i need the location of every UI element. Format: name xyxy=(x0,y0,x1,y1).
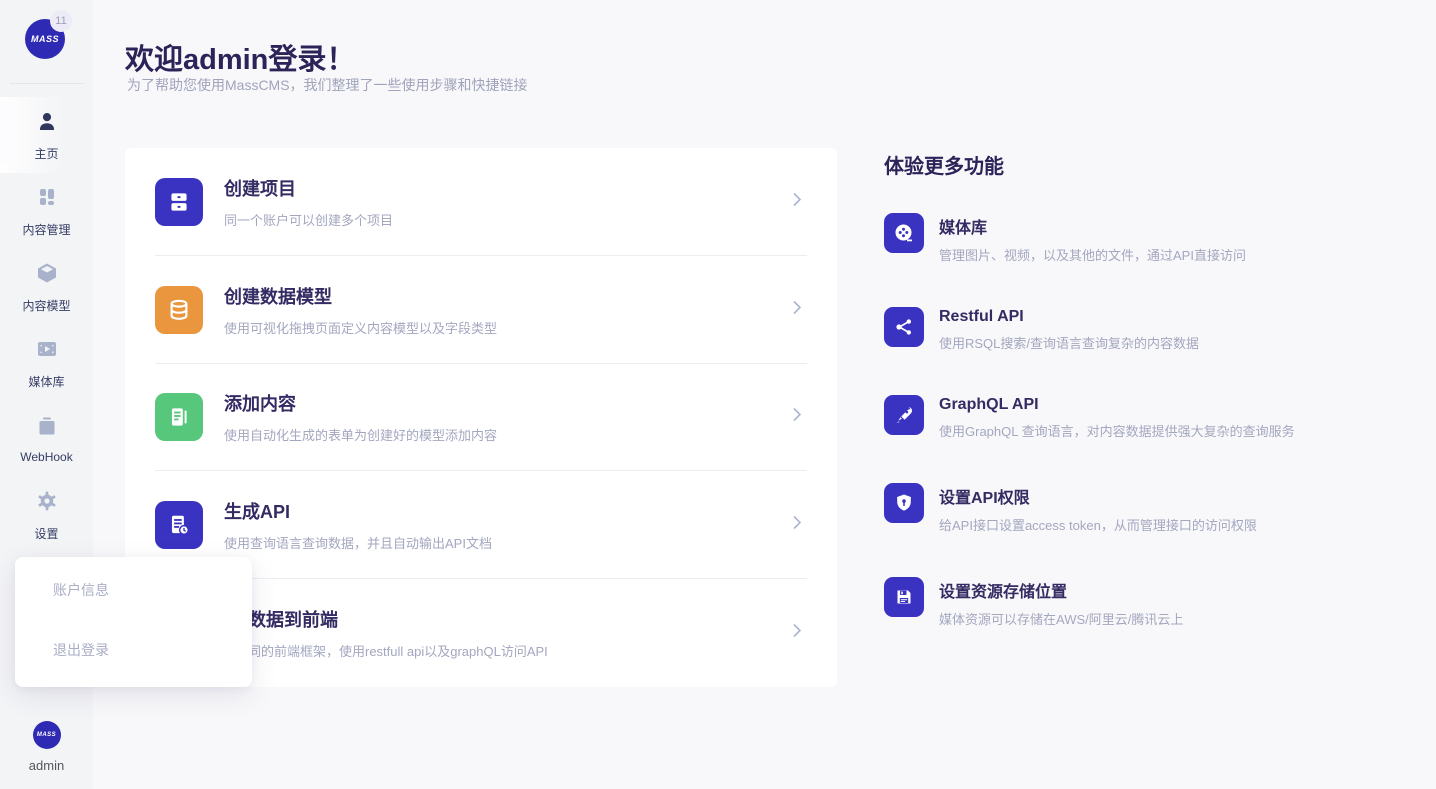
feature-desc: 给API接口设置access token，从而管理接口的访问权限 xyxy=(939,515,1257,534)
sidebar-item-label: WebHook xyxy=(20,450,72,464)
save-icon xyxy=(884,577,924,617)
user-icon xyxy=(35,109,59,138)
sidebar-item-label: 设置 xyxy=(34,525,58,542)
feature-desc: 使用GraphQL 查询语言，对内容数据提供强大复杂的查询服务 xyxy=(939,421,1295,440)
feature-storage-location[interactable]: 设置资源存储位置 媒体资源可以存储在AWS/阿里云/腾讯云上 xyxy=(884,577,1404,628)
share-nodes-icon xyxy=(884,307,924,347)
step-desc: 同的前端框架，使用restfull api以及graphQL访问API xyxy=(248,641,548,660)
feature-restful-api[interactable]: Restful API 使用RSQL搜索/查询语言查询复杂的内容数据 xyxy=(884,307,1404,352)
sidebar-item-content-management[interactable]: 内容管理 xyxy=(0,173,93,249)
page-subtitle: 为了帮助您使用MassCMS，我们整理了一些使用步骤和快捷链接 xyxy=(127,75,528,95)
api-doc-icon xyxy=(155,501,203,549)
page-title: 欢迎admin登录！ xyxy=(125,36,355,78)
notification-badge: 11 xyxy=(50,10,72,32)
step-desc: 使用查询语言查询数据，并且自动输出API文档 xyxy=(224,533,492,552)
chevron-right-icon xyxy=(789,623,805,644)
chevron-right-icon xyxy=(789,191,805,212)
feature-title: 设置资源存储位置 xyxy=(939,578,1183,602)
webhook-box-icon xyxy=(35,414,59,443)
rocket-icon xyxy=(884,395,924,435)
sidebar-item-webhook[interactable]: WebHook xyxy=(0,401,93,477)
sidebar-item-media-library[interactable]: 媒体库 xyxy=(0,325,93,401)
feature-graphql-api[interactable]: GraphQL API 使用GraphQL 查询语言，对内容数据提供强大复杂的查… xyxy=(884,395,1404,440)
shield-icon xyxy=(884,483,924,523)
feature-api-permissions[interactable]: 设置API权限 给API接口设置access token，从而管理接口的访问权限 xyxy=(884,483,1404,534)
feature-media-library[interactable]: 媒体库 管理图片、视频，以及其他的文件，通过API直接访问 xyxy=(884,213,1404,264)
user-dropdown-menu: 账户信息 退出登录 xyxy=(15,557,252,687)
sidebar-item-label: 媒体库 xyxy=(28,373,64,390)
logo-text: MASS xyxy=(31,34,59,44)
archive-icon xyxy=(155,178,203,226)
feature-title: 媒体库 xyxy=(939,214,1246,238)
step-title: 数据到前端 xyxy=(248,606,548,632)
user-name: admin xyxy=(0,758,93,773)
feature-title: Restful API xyxy=(939,308,1199,326)
step-title: 创建数据模型 xyxy=(224,283,497,309)
sidebar-item-settings[interactable]: 设置 xyxy=(0,477,93,553)
media-player-icon xyxy=(35,337,59,366)
chevron-right-icon xyxy=(789,299,805,320)
step-title: 生成API xyxy=(224,498,492,524)
feature-desc: 媒体资源可以存储在AWS/阿里云/腾讯云上 xyxy=(939,609,1183,628)
sidebar-item-content-model[interactable]: 内容模型 xyxy=(0,249,93,325)
avatar: MASS xyxy=(33,721,61,749)
cube-icon xyxy=(35,261,59,290)
features-heading: 体验更多功能 xyxy=(884,150,1404,179)
step-desc: 使用自动化生成的表单为创建好的模型添加内容 xyxy=(224,425,497,444)
step-create-project[interactable]: 创建项目 同一个账户可以创建多个项目 xyxy=(125,148,837,256)
chevron-right-icon xyxy=(789,515,805,536)
step-desc: 使用可视化拖拽页面定义内容模型以及字段类型 xyxy=(224,318,497,337)
more-features-section: 体验更多功能 媒体库 管理图片、视频，以及其他的文件，通过API直接访问 Res… xyxy=(884,150,1404,671)
sidebar-nav: 主页 内容管理 内容模型 媒体库 WebHook xyxy=(0,97,93,553)
step-title: 添加内容 xyxy=(224,390,497,416)
menu-item-account-info[interactable]: 账户信息 xyxy=(15,560,252,620)
user-avatar-menu-trigger[interactable]: MASS admin xyxy=(0,721,93,773)
sidebar-item-label: 主页 xyxy=(34,145,58,162)
step-add-content[interactable]: 添加内容 使用自动化生成的表单为创建好的模型添加内容 xyxy=(125,364,837,472)
step-desc: 同一个账户可以创建多个项目 xyxy=(224,210,393,229)
feature-desc: 使用RSQL搜索/查询语言查询复杂的内容数据 xyxy=(939,333,1199,352)
sidebar-item-label: 内容管理 xyxy=(22,221,70,238)
sidebar-item-home[interactable]: 主页 xyxy=(0,97,93,173)
dashboard-icon xyxy=(35,185,59,214)
database-icon xyxy=(155,286,203,334)
feature-desc: 管理图片、视频，以及其他的文件，通过API直接访问 xyxy=(939,245,1246,264)
feature-title: GraphQL API xyxy=(939,396,1295,414)
app-logo[interactable]: MASS 11 xyxy=(0,19,93,71)
step-title: 创建项目 xyxy=(224,175,393,201)
step-create-data-model[interactable]: 创建数据模型 使用可视化拖拽页面定义内容模型以及字段类型 xyxy=(125,256,837,364)
gear-icon xyxy=(35,489,59,518)
feature-title: 设置API权限 xyxy=(939,484,1257,508)
menu-item-logout[interactable]: 退出登录 xyxy=(15,620,252,680)
document-icon xyxy=(155,393,203,441)
film-reel-icon xyxy=(884,213,924,253)
chevron-right-icon xyxy=(789,407,805,428)
avatar-logo-text: MASS xyxy=(37,732,56,738)
sidebar-item-label: 内容模型 xyxy=(22,297,70,314)
sidebar-divider xyxy=(10,83,83,84)
